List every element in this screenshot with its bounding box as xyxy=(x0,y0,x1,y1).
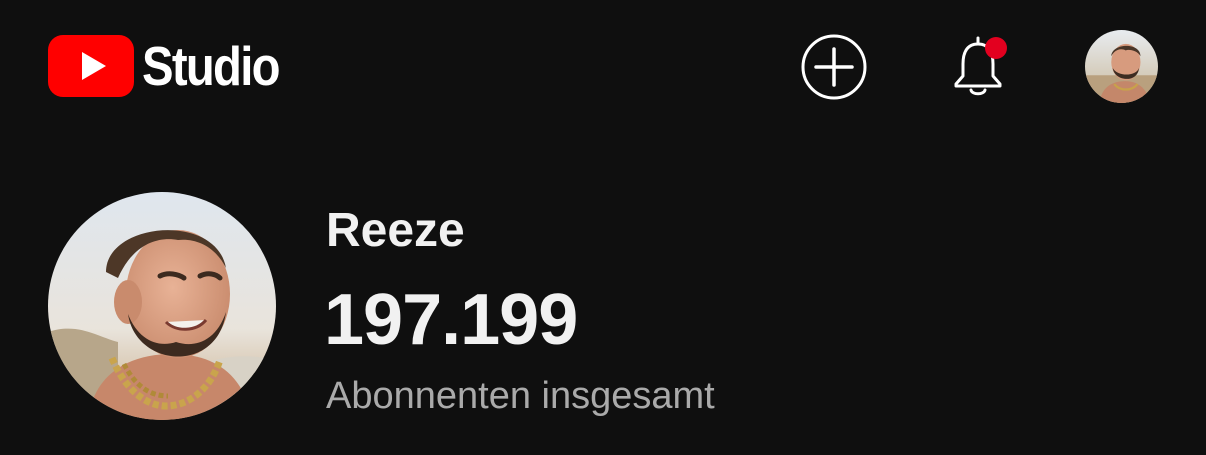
channel-photo xyxy=(48,192,276,420)
subscriber-count: 197.199 xyxy=(324,280,578,360)
account-photo xyxy=(1085,30,1158,103)
channel-name: Reeze xyxy=(326,204,465,257)
top-app-bar: Studio xyxy=(0,0,1206,140)
youtube-studio-logo[interactable]: Studio xyxy=(48,30,301,102)
plus-circle-icon xyxy=(801,34,867,100)
channel-avatar[interactable] xyxy=(48,192,276,420)
subscriber-label: Abonnenten insgesamt xyxy=(326,375,715,417)
app-name: Studio xyxy=(142,34,281,97)
bell-icon xyxy=(954,36,1002,96)
notification-badge xyxy=(985,37,1007,59)
account-avatar[interactable] xyxy=(1085,30,1158,103)
youtube-play-icon xyxy=(48,35,134,97)
create-button[interactable] xyxy=(800,33,868,101)
notifications-button[interactable] xyxy=(944,30,1016,102)
